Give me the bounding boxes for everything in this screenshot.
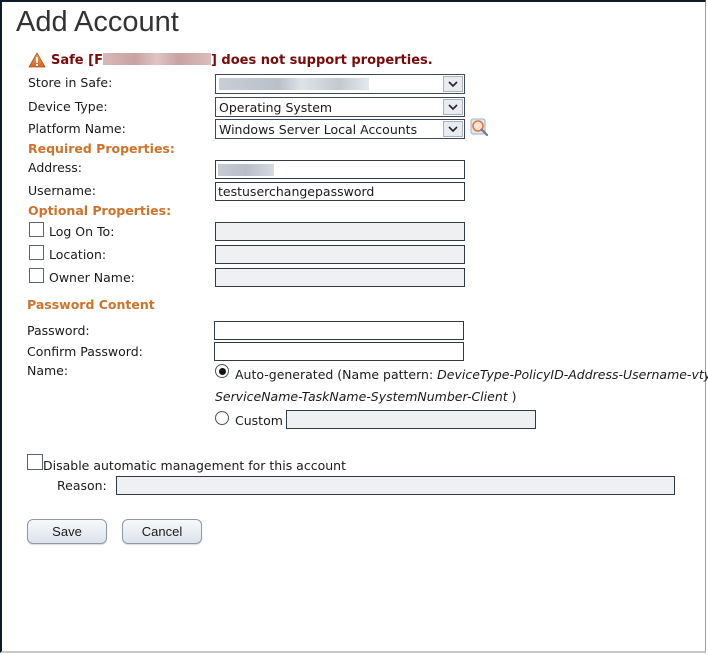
password-label: Password: (27, 323, 90, 338)
chevron-down-icon[interactable] (443, 76, 463, 92)
store-in-safe-value (216, 77, 443, 92)
redacted-safe-name (102, 52, 211, 65)
store-in-safe-label: Store in Safe: (28, 75, 113, 90)
location-label: Location: (49, 247, 107, 262)
owner-name-checkbox[interactable] (29, 268, 44, 283)
device-type-value: Operating System (219, 99, 333, 115)
warning-message: Safe [F ] does not support properties. (28, 50, 433, 70)
disable-management-label: Disable automatic management for this ac… (43, 458, 346, 473)
location-checkbox[interactable] (29, 245, 44, 260)
device-type-select[interactable]: Operating System (215, 97, 465, 117)
reason-label: Reason: (57, 478, 107, 493)
username-input[interactable]: testuserchangepassword (215, 182, 465, 201)
store-in-safe-select[interactable] (215, 74, 465, 94)
name-pattern-line1: DeviceType-PolicyID-Address-Username-vty… (437, 367, 708, 382)
owner-name-input[interactable] (215, 268, 465, 287)
custom-radio[interactable] (215, 411, 229, 425)
name-pattern-line2: ServiceName-TaskName-SystemNumber-Client (215, 389, 508, 404)
name-label: Name: (27, 363, 69, 378)
auto-generated-radio[interactable] (215, 364, 229, 378)
auto-generated-label: Auto-generated (Name pattern: DeviceType… (235, 367, 708, 382)
custom-name-input[interactable] (286, 410, 536, 429)
warning-triangle-icon (28, 52, 46, 68)
redacted-safe-value (219, 77, 369, 90)
warning-text: Safe [F ] does not support properties. (51, 52, 433, 68)
warning-suffix: ] does not support properties. (210, 52, 433, 68)
chevron-down-icon[interactable] (443, 99, 463, 115)
confirm-password-label: Confirm Password: (27, 344, 143, 359)
disable-management-checkbox[interactable] (27, 454, 43, 470)
log-on-to-input[interactable] (215, 222, 465, 241)
redacted-address-value (218, 164, 274, 176)
required-properties-heading: Required Properties: (28, 141, 175, 156)
name-pattern-continuation: ServiceName-TaskName-SystemNumber-Client… (215, 389, 517, 404)
location-input[interactable] (215, 245, 465, 264)
radio-selected-dot (218, 367, 226, 375)
name-pattern-closing: ) (507, 389, 517, 404)
search-magnifier-icon[interactable] (470, 118, 490, 138)
save-button[interactable]: Save (27, 519, 107, 544)
owner-name-label: Owner Name: (49, 270, 135, 285)
chevron-down-icon[interactable] (443, 121, 463, 137)
reason-input[interactable] (116, 476, 675, 495)
warning-prefix: Safe [F (51, 52, 103, 68)
optional-properties-heading: Optional Properties: (28, 203, 172, 218)
log-on-to-checkbox[interactable] (29, 222, 44, 237)
platform-name-label: Platform Name: (28, 121, 126, 136)
auto-generated-text: Auto-generated (Name pattern: (235, 367, 438, 382)
password-input[interactable] (214, 321, 464, 340)
address-label: Address: (28, 160, 82, 175)
password-content-heading: Password Content (27, 297, 155, 312)
username-label: Username: (28, 183, 96, 198)
confirm-password-input[interactable] (214, 342, 464, 361)
device-type-label: Device Type: (28, 99, 108, 114)
platform-name-value: Windows Server Local Accounts (219, 121, 418, 137)
platform-name-select[interactable]: Windows Server Local Accounts (215, 119, 465, 139)
log-on-to-label: Log On To: (49, 224, 115, 239)
cancel-button[interactable]: Cancel (122, 519, 202, 544)
page-title: Add Account (16, 6, 179, 38)
address-input[interactable] (215, 160, 465, 179)
custom-label: Custom (235, 413, 283, 428)
